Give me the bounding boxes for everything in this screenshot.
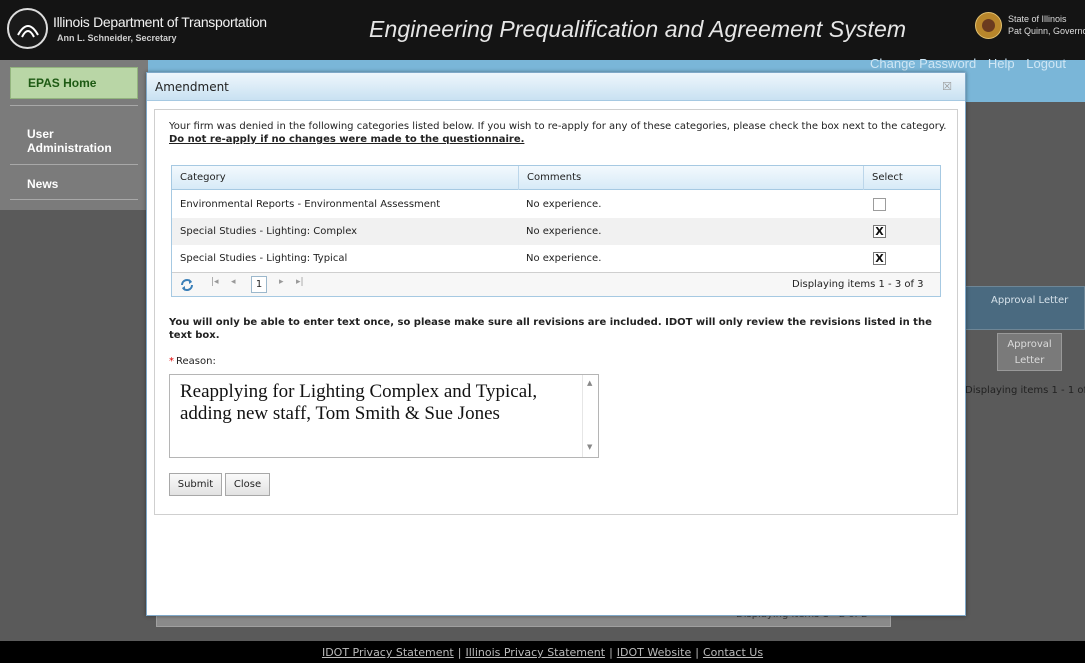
column-header-comments[interactable]: Comments (518, 166, 863, 190)
table-row: Special Studies - Lighting: Typical No e… (172, 245, 940, 272)
top-links: Change Password Help Logout (870, 56, 1074, 71)
contact-us-link[interactable]: Contact Us (703, 646, 763, 659)
comments-cell: No experience. (526, 226, 602, 237)
reason-scrollbar[interactable]: ▲ ▼ (582, 375, 598, 457)
intro-message: Your firm was denied in the following ca… (169, 121, 947, 132)
scroll-down-icon[interactable]: ▼ (587, 443, 592, 451)
dialog-titlebar[interactable]: Amendment ☒ (147, 73, 965, 101)
reason-textarea[interactable]: Reapplying for Lighting Complex and Typi… (169, 374, 599, 458)
idot-logo-icon (7, 8, 48, 49)
intro-warning: Do not re-apply if no changes were made … (169, 134, 525, 145)
approval-letter-button[interactable]: Approval Letter (997, 333, 1062, 371)
nav-divider (10, 199, 138, 200)
department-secretary: Ann L. Schneider, Secretary (57, 33, 177, 43)
nav-item-user-administration[interactable]: User Administration (10, 127, 138, 155)
category-cell: Special Studies - Lighting: Typical (180, 253, 348, 264)
comments-cell: No experience. (526, 253, 602, 264)
refresh-icon[interactable] (179, 277, 195, 293)
system-title: Engineering Prequalification and Agreeme… (369, 16, 907, 42)
idot-website-link[interactable]: IDOT Website (617, 646, 691, 659)
table-row: Environmental Reports - Environmental As… (172, 191, 940, 218)
category-grid: Category Comments Select Environmental R… (171, 165, 941, 297)
first-page-icon[interactable]: |◂ (211, 277, 219, 287)
reason-label: * Reason: (169, 356, 216, 367)
column-header-category[interactable]: Category (172, 166, 518, 190)
column-header-select[interactable]: Select (863, 166, 940, 190)
intro-text: Your firm was denied in the following ca… (169, 120, 949, 146)
previous-page-icon[interactable]: ◂ (231, 277, 236, 287)
required-asterisk: * (169, 356, 174, 367)
amendment-dialog: Amendment ☒ Your firm was denied in the … (146, 72, 966, 616)
close-icon[interactable]: ☒ (939, 79, 955, 95)
idot-privacy-link[interactable]: IDOT Privacy Statement (322, 646, 454, 659)
submit-button[interactable]: Submit (169, 473, 222, 496)
governor-name: Pat Quinn, Governor (1008, 26, 1085, 36)
change-password-link[interactable]: Change Password (870, 56, 976, 71)
logout-link[interactable]: Logout (1026, 56, 1066, 71)
state-name: State of Illinois (1008, 14, 1067, 24)
dialog-body: Your firm was denied in the following ca… (154, 109, 958, 515)
table-row: Special Studies - Lighting: Complex No e… (172, 218, 940, 245)
category-cell: Special Studies - Lighting: Complex (180, 226, 358, 237)
select-checkbox[interactable] (873, 198, 886, 211)
grid-pager: |◂ ◂ 1 ▸ ▸| Displaying items 1 - 3 of 3 (172, 272, 940, 296)
left-nav: EPAS Home User Administration News (0, 60, 148, 210)
approval-letter-column-header: Approval Letter (965, 286, 1085, 330)
revision-warning: You will only be able to enter text once… (169, 317, 932, 341)
reason-text-value[interactable]: Reapplying for Lighting Complex and Typi… (180, 381, 575, 425)
last-page-icon[interactable]: ▸| (296, 277, 304, 287)
scroll-up-icon[interactable]: ▲ (587, 379, 592, 387)
dialog-title: Amendment (155, 80, 229, 94)
category-cell: Environmental Reports - Environmental As… (180, 199, 441, 210)
nav-item-news[interactable]: News (10, 177, 138, 191)
pager-display-count: Displaying items 1 - 3 of 3 (792, 279, 924, 290)
select-checkbox[interactable]: X (873, 225, 886, 238)
next-page-icon[interactable]: ▸ (279, 277, 284, 287)
department-name: Illinois Department of Transportation (53, 14, 267, 30)
app-header: Illinois Department of Transportation An… (0, 0, 1085, 60)
footer: IDOT Privacy Statement | Illinois Privacy … (0, 641, 1085, 663)
reason-label-text: Reason: (176, 356, 216, 367)
select-checkbox[interactable]: X (873, 252, 886, 265)
help-link[interactable]: Help (988, 56, 1015, 71)
comments-cell: No experience. (526, 199, 602, 210)
nav-divider (10, 105, 138, 106)
nav-divider (10, 164, 138, 165)
close-button[interactable]: Close (225, 473, 270, 496)
background-display-count: Displaying items 1 - 1 of 1 (965, 385, 1085, 396)
illinois-privacy-link[interactable]: Illinois Privacy Statement (465, 646, 605, 659)
grid-header: Category Comments Select (172, 166, 940, 190)
page-number[interactable]: 1 (251, 276, 267, 293)
state-seal-icon (975, 12, 1002, 39)
nav-item-epas-home[interactable]: EPAS Home (10, 67, 138, 99)
